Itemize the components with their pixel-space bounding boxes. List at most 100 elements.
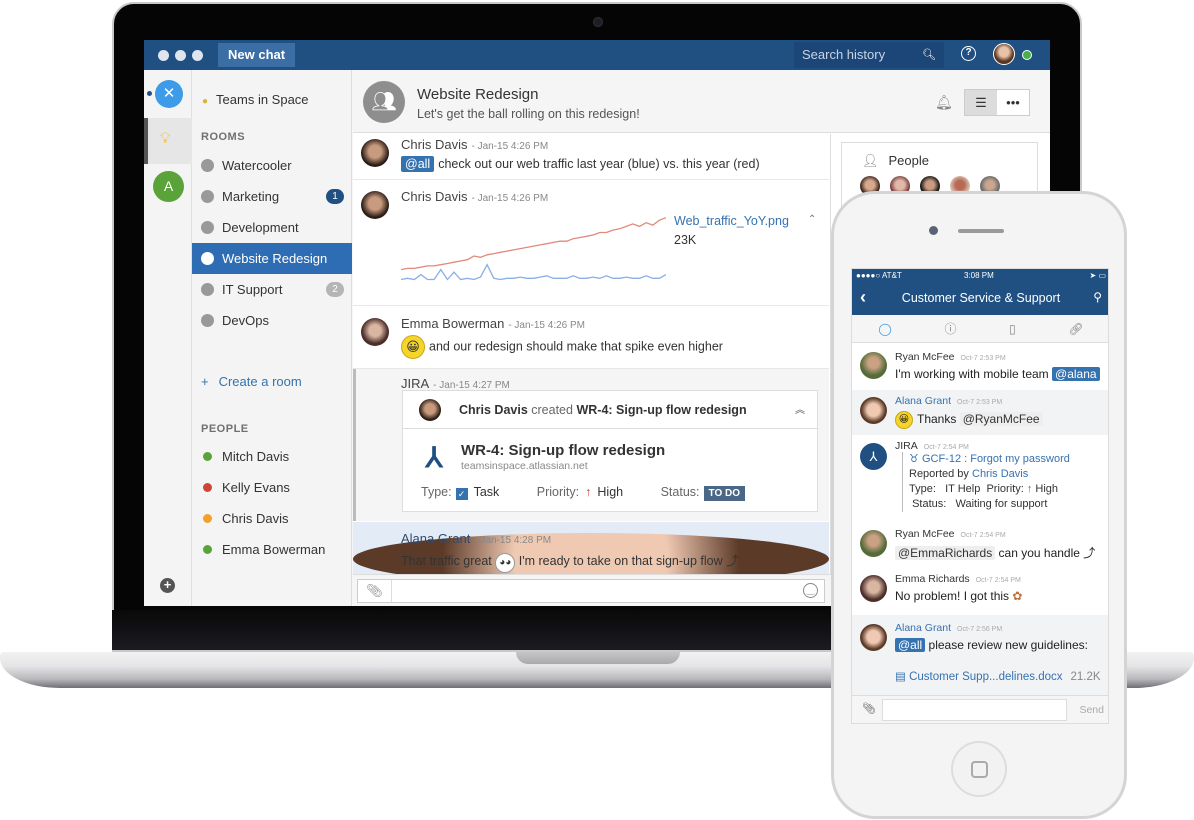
reported-by-label: Reported by <box>909 468 969 480</box>
avatar[interactable] <box>860 530 887 557</box>
file-link[interactable]: Web_traffic_YoY.png <box>674 214 789 228</box>
message-time: Oct-7 2:54 PM <box>960 532 1006 539</box>
issue-link[interactable]: ♉︎ GCF-12 : Forgot my password <box>909 452 1070 467</box>
reporter-link[interactable]: Chris Davis <box>972 468 1028 480</box>
avatar[interactable] <box>860 624 887 651</box>
person-mitch-davis[interactable]: Mitch Davis <box>192 441 352 472</box>
notifications-bell-icon[interactable]: 🔔︎ <box>935 94 953 111</box>
more-options-icon[interactable]: ••• <box>997 90 1029 115</box>
attachment-paperclip-icon[interactable]: 📎︎ <box>358 580 392 602</box>
phone-camera <box>929 226 938 235</box>
room-label: Watercooler <box>222 158 292 173</box>
message-author: Alana Grant Oct-7 2:53 PM <box>895 395 1002 407</box>
mention-all[interactable]: @all <box>401 156 435 172</box>
priority-up-arrow-icon: ↑ <box>1026 483 1033 495</box>
room-label: Website Redesign <box>222 251 328 266</box>
marketing-composite: New chat Search history 🔍︎ ? ✕ 💡︎ A + ● T… <box>0 0 1194 820</box>
message-input[interactable]: 📎︎ ‿ <box>357 579 825 603</box>
search-icon[interactable]: ⚲ <box>1093 290 1102 304</box>
avatar[interactable] <box>361 318 389 346</box>
person-name: Kelly Evans <box>222 480 290 495</box>
mention[interactable]: @alana <box>1052 367 1100 381</box>
type-value: IT Help <box>945 483 981 495</box>
add-team-icon[interactable]: + <box>160 578 175 593</box>
mobile-message: Emma Richards Oct-7 2:54 PM No problem! I… <box>852 567 1108 615</box>
author-name[interactable]: Emma Bowerman <box>401 316 504 331</box>
tab-files-icon[interactable]: ▯ <box>1009 322 1016 336</box>
atlassian-team-icon[interactable]: ✕ <box>155 80 183 108</box>
search-history-input[interactable]: Search history 🔍︎ <box>794 42 944 68</box>
room-development[interactable]: Development <box>192 212 352 243</box>
file-attachment[interactable]: ▤ Customer Supp...delines.docx 21.2K <box>895 669 1101 683</box>
party-emoticon-icon: ✿ <box>1012 589 1023 603</box>
avatar[interactable] <box>361 191 389 219</box>
message-text: I'm working with mobile team @alana <box>895 367 1100 381</box>
message-author: Chris Davis - Jan-15 4:26 PM <box>401 137 548 152</box>
room-avatar-icon: 👥︎ <box>363 81 405 123</box>
message-text: That traffic great ◕◕ I'm ready to take … <box>401 550 739 573</box>
room-it-support[interactable]: IT Support 2 <box>192 274 352 305</box>
message-time: - Jan-15 4:26 PM <box>508 320 586 331</box>
unread-badge: 2 <box>326 282 344 297</box>
top-bar: New chat Search history 🔍︎ ? <box>144 40 1050 70</box>
author-name[interactable]: Chris Davis <box>401 189 467 204</box>
create-room-link[interactable]: + Create a room <box>201 374 302 389</box>
tab-info-icon[interactable]: ⓘ <box>944 320 956 337</box>
close-window-button[interactable] <box>158 49 169 61</box>
jira-issue-card[interactable]: Chris Davis created WR-4: Sign-up flow r… <box>402 390 818 512</box>
new-chat-button[interactable]: New chat <box>218 43 296 67</box>
room-marketing[interactable]: Marketing 1 <box>192 181 352 212</box>
tab-links-icon[interactable]: 🔗︎ <box>1068 322 1083 336</box>
presence-away-icon <box>203 514 212 523</box>
teams-in-space-bulb-icon[interactable]: 💡︎ <box>160 130 171 147</box>
room-devops[interactable]: DevOps <box>192 305 352 336</box>
mention[interactable]: @all <box>895 638 926 652</box>
message-text: @EmmaRichards can you handle ⤴ <box>895 544 1095 561</box>
message-text: 😀︎ and our redesign should make that spik… <box>401 335 723 359</box>
issue-title[interactable]: WR-4: Sign-up flow redesign <box>461 442 665 459</box>
team-avatar-a[interactable]: A <box>153 171 184 202</box>
awesome-emoticon-icon: 😀︎ <box>895 411 913 429</box>
person-kelly-evans[interactable]: Kelly Evans <box>192 472 352 503</box>
author-name[interactable]: Alana Grant <box>401 531 470 546</box>
collapse-chevron-up-icon[interactable]: ⌃ <box>808 214 816 225</box>
send-button[interactable]: Send <box>1079 704 1104 716</box>
team-name[interactable]: ● Teams in Space <box>202 92 309 107</box>
mention[interactable]: @EmmaRichards <box>895 546 996 560</box>
mention[interactable]: @RyanMcFee <box>959 412 1043 427</box>
message-time: - Jan-15 4:26 PM <box>471 141 549 152</box>
avatar[interactable] <box>860 575 887 602</box>
message-item: Chris Davis - Jan-15 4:26 PM @all check ou… <box>353 134 829 180</box>
message-feed[interactable]: Chris Davis - Jan-15 4:26 PM @all check ou… <box>353 134 831 574</box>
avatar[interactable] <box>361 139 389 167</box>
sidebar-toggle-icon[interactable]: ☰ <box>965 90 997 115</box>
collapse-double-chevron-icon[interactable]: ︽ <box>795 401 805 416</box>
tab-chat-bubble-icon[interactable]: ◯ <box>878 322 891 336</box>
message-time: - Jan-15 4:26 PM <box>471 193 549 204</box>
help-icon[interactable]: ? <box>961 46 976 61</box>
online-status-icon <box>1022 50 1032 60</box>
person-chris-davis[interactable]: Chris Davis <box>192 503 352 534</box>
author-name[interactable]: Chris Davis <box>401 137 467 152</box>
user-avatar[interactable] <box>993 43 1015 65</box>
priority-value: High <box>597 485 624 499</box>
create-room-label: Create a room <box>218 374 302 389</box>
mobile-message-input[interactable] <box>882 699 1067 721</box>
priority-value: High <box>1035 483 1058 495</box>
person-emma-bowerman[interactable]: Emma Bowerman <box>192 534 352 565</box>
sidebar: ● Teams in Space ROOMS Watercooler Market… <box>192 70 352 606</box>
traffic-image-preview[interactable] <box>401 210 666 290</box>
zoom-window-button[interactable] <box>192 49 203 61</box>
message-item: Emma Bowerman - Jan-15 4:26 PM 😀︎ and our … <box>353 306 829 369</box>
room-watercooler[interactable]: Watercooler <box>192 150 352 181</box>
room-website-redesign[interactable]: Website Redesign <box>192 243 352 274</box>
home-button[interactable] <box>951 741 1007 797</box>
issue-ref[interactable]: WR-4: Sign-up flow redesign <box>576 403 746 417</box>
message-author: Ryan McFee Oct-7 2:54 PM <box>895 528 1006 540</box>
attachment-paperclip-icon[interactable]: 📎︎ <box>862 702 876 715</box>
minimize-window-button[interactable] <box>175 49 186 61</box>
avatar[interactable] <box>860 352 887 379</box>
view-toggle-group: ☰ ••• <box>964 89 1030 116</box>
avatar[interactable] <box>860 397 887 424</box>
emoji-picker-icon[interactable]: ‿ <box>803 583 818 598</box>
